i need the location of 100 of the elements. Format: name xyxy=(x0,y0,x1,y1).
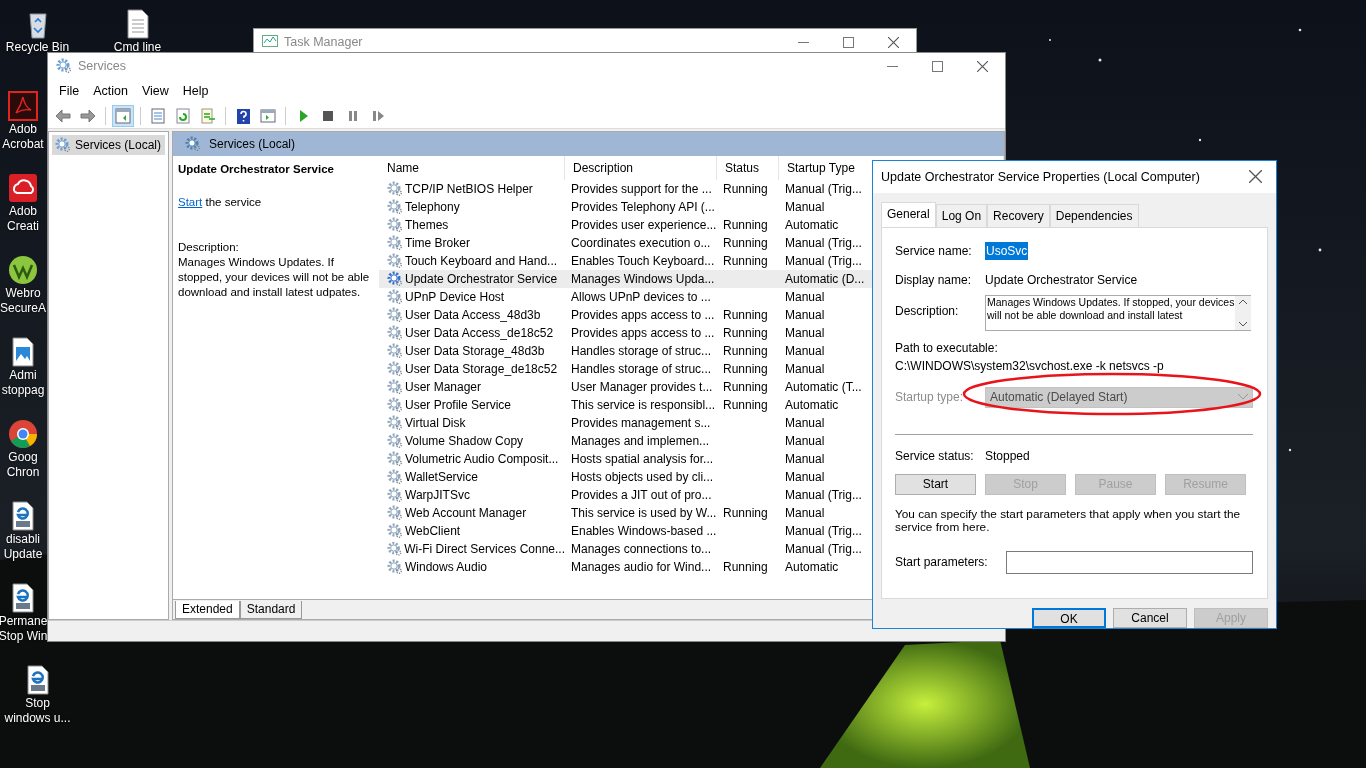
table-cell: User Manager provides t... xyxy=(571,380,713,394)
gear-icon xyxy=(387,541,403,557)
table-cell-text: Volume Shadow Copy xyxy=(405,433,524,450)
table-cell-text: User Data Access_48d3b xyxy=(405,307,541,324)
console-tree-icon xyxy=(114,106,132,125)
scroll-down-icon[interactable] xyxy=(1239,321,1247,327)
service-control-button[interactable]: Start xyxy=(895,473,976,495)
table-cell: Manual (Trig... xyxy=(785,488,862,502)
table-cell: Manual xyxy=(785,290,825,304)
table-cell: Allows UPnP devices to ... xyxy=(571,290,711,304)
gear-icon xyxy=(387,451,403,467)
start-parameters-field[interactable] xyxy=(1005,550,1253,574)
table-cell: Running xyxy=(723,380,768,394)
column-header[interactable]: Description xyxy=(565,156,717,180)
desktop-icon-label[interactable]: stoppag xyxy=(1,383,45,398)
table-cell: Manual xyxy=(785,344,825,358)
desktop-icon-label[interactable]: Webro xyxy=(5,286,41,301)
table-cell: Manual xyxy=(785,200,825,214)
help-icon xyxy=(234,106,252,125)
table-cell: Automatic xyxy=(785,560,839,574)
desktop-icon-label[interactable]: Admi xyxy=(9,368,37,383)
gear-icon xyxy=(387,235,403,251)
gear-icon xyxy=(387,415,403,431)
export-list-icon xyxy=(199,106,217,125)
maximize-icon[interactable] xyxy=(932,60,943,72)
desktop-icon-label[interactable]: Cmd line xyxy=(113,40,162,55)
desktop-icon-label[interactable]: Adob xyxy=(9,204,37,219)
table-cell: Provides apps access to ... xyxy=(571,308,715,322)
table-cell-text: UPnP Device Host xyxy=(405,289,505,306)
dialog-tab[interactable]: General xyxy=(881,201,936,227)
desktop-icon-label[interactable]: disabli xyxy=(6,532,40,547)
menu-item[interactable]: Help xyxy=(175,81,216,101)
service-title: Update Orchestrator Service xyxy=(178,162,335,177)
dialog-button[interactable]: OK xyxy=(1032,608,1106,628)
table-cell: Running xyxy=(723,560,768,574)
scroll-up-icon[interactable] xyxy=(1239,298,1247,304)
maximize-icon[interactable] xyxy=(843,36,854,48)
dialog-title: Update Orchestrator Service Properties (Local Computer) xyxy=(881,168,1200,186)
table-cell: Running xyxy=(723,254,768,268)
table-cell: Manual xyxy=(785,470,825,484)
table-cell: Manual (Trig... xyxy=(785,254,862,268)
desktop-icon-label[interactable]: Creati xyxy=(7,219,39,234)
dialog-tab[interactable]: Recovery xyxy=(987,203,1050,227)
table-cell-text: User Data Storage_de18c52 xyxy=(405,361,558,378)
start-link[interactable]: Start xyxy=(178,196,203,208)
desktop-icon-label[interactable]: Goog xyxy=(8,450,38,465)
window-title: Services xyxy=(78,57,126,75)
description-box[interactable]: Manages Windows Updates. If stopped, your devices will not be able download and install latest xyxy=(985,294,1251,331)
desktop-icon-label[interactable]: Permane xyxy=(0,614,48,629)
path-value: C:\WINDOWS\system32\svchost.exe -k netsvcs -p xyxy=(895,357,1165,375)
service-name-value[interactable]: UsoSvc xyxy=(985,241,1029,260)
desktop-icon-label[interactable]: windows u... xyxy=(4,711,71,726)
service-status-value: Stopped xyxy=(985,447,1030,465)
view-tab[interactable]: Standard xyxy=(239,601,303,619)
close-icon[interactable] xyxy=(888,36,899,48)
table-cell: Hosts objects used by cli... xyxy=(571,470,714,484)
browser-shortcut-icon[interactable] xyxy=(7,418,39,450)
desktop-icon-label[interactable]: Chron xyxy=(6,465,40,480)
menu-item[interactable]: File xyxy=(52,81,87,101)
table-cell: Automatic (T... xyxy=(785,380,862,394)
dialog-button[interactable]: Cancel xyxy=(1113,608,1187,628)
gear-icon xyxy=(387,505,403,521)
close-icon[interactable] xyxy=(1249,170,1262,184)
menu-item[interactable]: Action xyxy=(86,81,135,101)
desktop-icon-label[interactable]: Stop xyxy=(25,696,50,711)
table-cell: Provides Telephony API (... xyxy=(571,200,715,214)
desktop-icon-label[interactable]: Acrobat xyxy=(2,137,44,152)
gear-icon xyxy=(387,523,403,539)
desktop-icon-label[interactable]: Update xyxy=(3,547,43,562)
table-cell: This service is used by W... xyxy=(571,506,717,520)
refresh-icon xyxy=(174,106,192,125)
table-cell-text: Telephony xyxy=(405,199,460,216)
field-label: Startup type: xyxy=(895,389,965,407)
table-cell: Manual xyxy=(785,326,825,340)
table-cell-text: Touch Keyboard and Hand... xyxy=(405,253,558,270)
table-cell: Manual (Trig... xyxy=(785,182,862,196)
menu-item[interactable]: View xyxy=(134,81,176,101)
table-cell: Running xyxy=(723,308,768,322)
description-label: Description: xyxy=(178,240,240,255)
desktop-icon-label[interactable]: Adob xyxy=(9,122,37,137)
table-cell-text: Themes xyxy=(405,217,449,234)
desktop-icon-label[interactable]: Stop Win xyxy=(0,629,48,644)
table-cell-text: Time Broker xyxy=(405,235,470,252)
properties-icon xyxy=(149,106,167,125)
table-cell-text: Virtual Disk xyxy=(405,415,466,432)
desktop-icon-label[interactable]: SecureA xyxy=(0,301,46,316)
dialog-tab[interactable]: Dependencies xyxy=(1049,203,1139,227)
column-header[interactable]: Status xyxy=(717,156,779,180)
table-cell-text: Update Orchestrator Service xyxy=(405,271,558,288)
close-icon[interactable] xyxy=(977,60,988,72)
tree-item[interactable]: Services (Local) xyxy=(52,135,165,155)
app-shortcut-icon[interactable] xyxy=(7,254,39,286)
dialog-tab[interactable]: Log On xyxy=(935,203,988,227)
gear-icon xyxy=(387,325,403,341)
app-shortcut-icon[interactable] xyxy=(7,172,39,204)
table-cell: Hosts spatial analysis for... xyxy=(571,452,714,466)
desktop-icon-label[interactable]: Recycle Bin xyxy=(5,40,70,55)
view-tab[interactable]: Extended xyxy=(175,601,240,619)
table-cell-text: WarpJITSvc xyxy=(405,487,470,504)
column-header[interactable]: Name xyxy=(379,156,565,180)
